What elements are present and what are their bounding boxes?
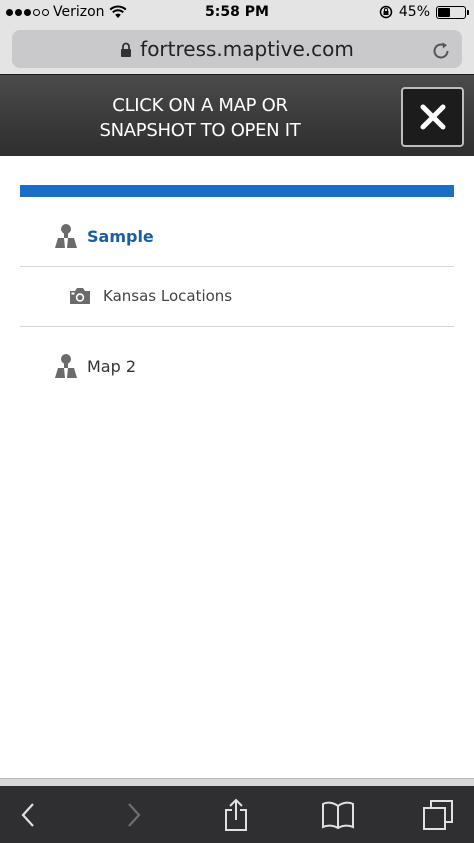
tabs-icon bbox=[423, 800, 453, 830]
list-item-snapshot[interactable]: Kansas Locations bbox=[20, 278, 454, 314]
battery-fill bbox=[438, 7, 450, 17]
list-divider bbox=[20, 266, 454, 267]
list-item-map[interactable]: Sample bbox=[20, 214, 454, 258]
battery-icon bbox=[436, 5, 469, 19]
address-bar[interactable]: fortress.maptive.com bbox=[12, 30, 462, 68]
close-icon bbox=[420, 104, 445, 130]
panel-header: CLICK ON A MAP OR SNAPSHOT TO OPEN IT bbox=[0, 74, 474, 156]
tabs-button[interactable] bbox=[418, 798, 458, 832]
instruction-message: CLICK ON A MAP OR SNAPSHOT TO OPEN IT bbox=[40, 93, 360, 143]
chevron-right-icon bbox=[128, 803, 141, 827]
url-text: fortress.maptive.com bbox=[140, 37, 354, 61]
bookmarks-button[interactable] bbox=[318, 798, 358, 832]
map-list-panel: Sample Kansas Locations Map 2 bbox=[0, 156, 474, 786]
bookmarks-icon bbox=[322, 801, 354, 830]
map-pin-icon bbox=[55, 224, 77, 248]
status-right: 45% bbox=[379, 4, 469, 20]
list-accent-bar bbox=[20, 185, 454, 197]
back-button[interactable] bbox=[8, 798, 48, 832]
map-pin-icon bbox=[55, 354, 77, 378]
browser-toolbar bbox=[0, 786, 474, 843]
instruction-line-2: SNAPSHOT TO OPEN IT bbox=[99, 120, 301, 141]
forward-button[interactable] bbox=[114, 798, 154, 832]
list-item-label: Sample bbox=[87, 226, 154, 246]
orientation-lock-icon bbox=[379, 5, 393, 19]
list-item-map[interactable]: Map 2 bbox=[20, 344, 454, 388]
instruction-line-1: CLICK ON A MAP OR bbox=[112, 95, 288, 116]
list-item-label: Map 2 bbox=[87, 356, 137, 376]
toolbar-separator bbox=[0, 778, 474, 786]
lock-icon bbox=[121, 42, 132, 57]
battery-percent: 45% bbox=[398, 4, 430, 20]
chevron-left-icon bbox=[21, 803, 34, 827]
status-bar: Verizon 5:58 PM 45% bbox=[0, 0, 474, 26]
list-divider bbox=[20, 326, 454, 327]
reload-icon[interactable] bbox=[430, 40, 452, 62]
browser-address-area: fortress.maptive.com bbox=[0, 26, 474, 74]
share-button[interactable] bbox=[216, 798, 256, 832]
share-icon bbox=[225, 798, 247, 831]
list-item-label: Kansas Locations bbox=[103, 287, 233, 305]
camera-icon bbox=[70, 288, 90, 304]
close-button[interactable] bbox=[401, 87, 464, 147]
